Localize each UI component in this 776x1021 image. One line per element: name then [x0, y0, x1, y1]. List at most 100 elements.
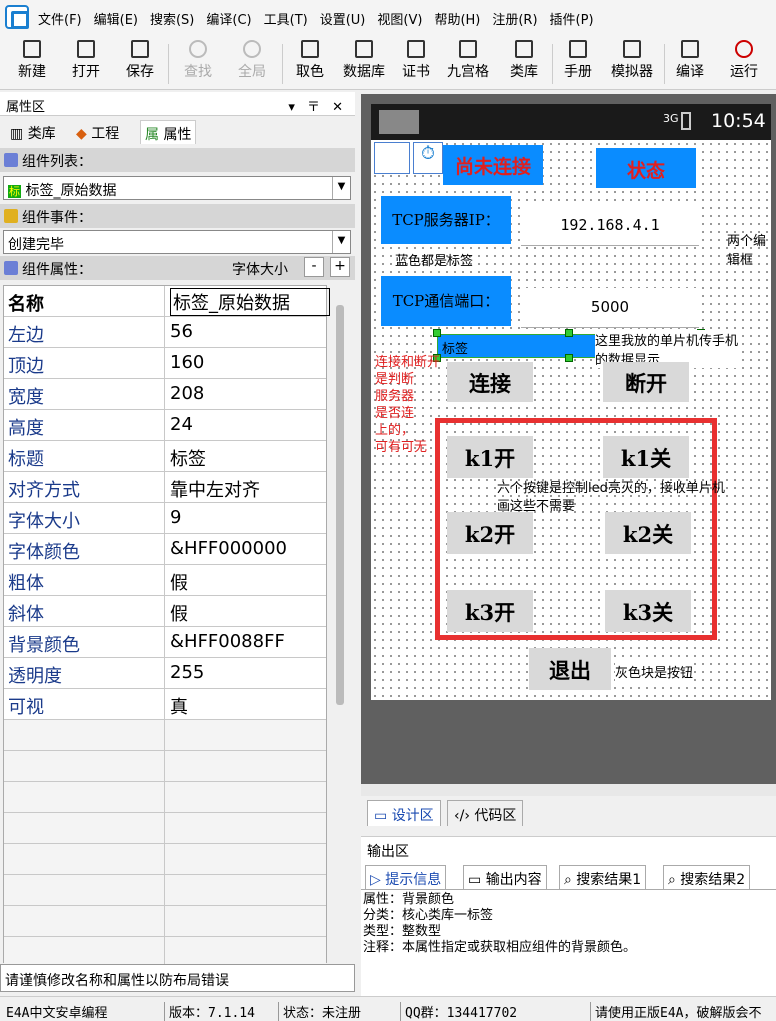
property-row[interactable]: 字体颜色 &HFF000000: [4, 534, 326, 565]
property-row[interactable]: 字体大小 9: [4, 503, 326, 534]
property-row[interactable]: 高度 24: [4, 410, 326, 441]
resize-handle[interactable]: [565, 354, 573, 362]
menu-settings[interactable]: 设置(U): [320, 9, 366, 28]
menu-search[interactable]: 搜索(S): [150, 9, 194, 28]
property-value[interactable]: 24: [170, 414, 193, 435]
new-button[interactable]: 新建: [14, 40, 50, 88]
plus-button[interactable]: +: [330, 257, 350, 277]
property-value[interactable]: 255: [170, 662, 204, 683]
design-tabs: ▭ 设计区 ‹/› 代码区: [361, 798, 776, 828]
tab-class-library[interactable]: ▥ 类库: [6, 120, 60, 144]
layout-component-icon[interactable]: [374, 142, 410, 174]
menu-edit[interactable]: 编辑(E): [94, 9, 138, 28]
property-icon: 属: [145, 127, 164, 143]
property-row[interactable]: 对齐方式 靠中左对齐: [4, 472, 326, 503]
exit-button[interactable]: 退出: [529, 648, 611, 690]
phone-icon: [623, 40, 641, 58]
property-row[interactable]: 粗体 假: [4, 565, 326, 596]
menu-help[interactable]: 帮助(H): [434, 9, 480, 28]
nine-grid-button[interactable]: 九宫格: [442, 40, 494, 88]
chevron-down-icon[interactable]: ▼: [332, 231, 350, 253]
property-grid-scrollbar[interactable]: [330, 285, 351, 963]
property-value[interactable]: 假: [170, 600, 188, 626]
event-select[interactable]: 创建完毕 ▼: [3, 230, 351, 254]
menu-view[interactable]: 视图(V): [377, 9, 422, 28]
chevron-down-icon[interactable]: ▼: [332, 177, 350, 199]
menu-file[interactable]: 文件(F): [38, 9, 82, 28]
tab-project[interactable]: ◆ 工程: [72, 120, 123, 144]
color-picker-button[interactable]: 取色: [290, 40, 330, 88]
menu-plugins[interactable]: 插件(P): [550, 9, 594, 28]
status-notice: 请使用正版E4A，破解版会不: [590, 1002, 776, 1021]
k3-off-button[interactable]: k3关: [605, 590, 691, 632]
property-row[interactable]: 左边 56: [4, 317, 326, 348]
property-value[interactable]: 9: [170, 507, 181, 528]
property-value[interactable]: 靠中左对齐: [170, 476, 260, 502]
property-key: 字体大小: [8, 511, 80, 532]
property-row[interactable]: 宽度 208: [4, 379, 326, 410]
k2-on-button[interactable]: k2开: [447, 512, 533, 554]
property-value[interactable]: 160: [170, 352, 204, 373]
menu-tools[interactable]: 工具(T): [264, 9, 308, 28]
tab-design[interactable]: ▭ 设计区: [367, 800, 441, 826]
output-panel: 输出区 ▷ 提示信息 ▭ 输出内容 ⌕ 搜索结果1 ⌕ 搜索结果2 属性：背景颜…: [361, 836, 776, 997]
component-select[interactable]: 标 标签_原始数据 ▼: [3, 176, 351, 200]
property-value[interactable]: &HFF000000: [170, 538, 287, 559]
timer-component-icon[interactable]: ⏱: [413, 142, 443, 174]
property-row[interactable]: 透明度 255: [4, 658, 326, 689]
global-search-button[interactable]: 全局: [232, 40, 272, 88]
resize-handle[interactable]: [433, 329, 441, 337]
global-search-icon: [243, 40, 261, 58]
property-value[interactable]: 假: [170, 569, 188, 595]
not-connected-label: 尚未连接: [443, 145, 543, 185]
resize-handle[interactable]: [565, 329, 573, 337]
minus-button[interactable]: -: [304, 257, 324, 277]
property-value[interactable]: &HFF0088FF: [170, 631, 285, 652]
property-value[interactable]: 56: [170, 321, 193, 342]
disconnect-button[interactable]: 断开: [603, 362, 689, 402]
save-button[interactable]: 保存: [122, 40, 158, 88]
panel-controls[interactable]: ▾ 〒 ✕: [288, 96, 347, 115]
connect-button[interactable]: 连接: [447, 362, 533, 402]
property-value[interactable]: 标签_原始数据: [170, 288, 330, 316]
column-divider: [164, 317, 165, 348]
k1-off-button[interactable]: k1关: [603, 436, 689, 478]
property-row[interactable]: 顶边 160: [4, 348, 326, 379]
property-row[interactable]: 斜体 假: [4, 596, 326, 627]
menu-compile[interactable]: 编译(C): [206, 9, 251, 28]
phone-status-bar: 3G 10:54: [371, 104, 771, 140]
emulator-button[interactable]: 模拟器: [604, 40, 660, 88]
property-value[interactable]: 208: [170, 383, 204, 404]
run-button[interactable]: 运行: [724, 40, 764, 88]
property-row[interactable]: 可视 真: [4, 689, 326, 720]
property-grid: 名称 标签_原始数据 左边 56 顶边 160 宽度 208 高度 24 标题 标签 对齐方式 靠中左对齐…: [3, 285, 330, 968]
open-button[interactable]: 打开: [68, 40, 104, 88]
tab-search-result-2[interactable]: ⌕ 搜索结果2: [663, 865, 751, 889]
database-button[interactable]: 数据库: [338, 40, 390, 88]
component-props-header: 组件属性： 字体大小 - +: [0, 256, 355, 280]
ip-input[interactable]: 192.168.4.1: [521, 206, 699, 246]
property-value[interactable]: 真: [170, 693, 188, 719]
k2-off-button[interactable]: k2关: [605, 512, 691, 554]
tab-hints[interactable]: ▷ 提示信息: [365, 865, 447, 889]
certificate-button[interactable]: 证书: [398, 40, 434, 88]
k3-on-button[interactable]: k3开: [447, 590, 533, 632]
class-library-button[interactable]: 类库: [504, 40, 544, 88]
k1-on-button[interactable]: k1开: [447, 436, 533, 478]
property-row[interactable]: 背景颜色 &HFF0088FF: [4, 627, 326, 658]
tab-search-result-1[interactable]: ⌕ 搜索结果1: [559, 865, 647, 889]
port-input[interactable]: 5000: [521, 288, 699, 328]
find-button[interactable]: 查找: [178, 40, 218, 88]
form-canvas[interactable]: ⏱ 尚未连接 状态 TCP服务器IP： 192.168.4.1 蓝色都是标签 两…: [371, 140, 771, 700]
tab-properties[interactable]: 属 属性: [140, 120, 197, 144]
menu-register[interactable]: 注册(R): [492, 9, 537, 28]
design-horizontal-scrollbar[interactable]: [361, 784, 776, 796]
certificate-icon: [407, 40, 425, 58]
tab-code[interactable]: ‹/› 代码区: [447, 800, 524, 826]
tab-output[interactable]: ▭ 输出内容: [463, 865, 547, 889]
property-value[interactable]: 标签: [170, 445, 206, 471]
manual-button[interactable]: 手册: [560, 40, 596, 88]
property-row[interactable]: 名称 标签_原始数据: [4, 286, 330, 317]
compile-button[interactable]: 编译: [670, 40, 710, 88]
property-row[interactable]: 标题 标签: [4, 441, 326, 472]
